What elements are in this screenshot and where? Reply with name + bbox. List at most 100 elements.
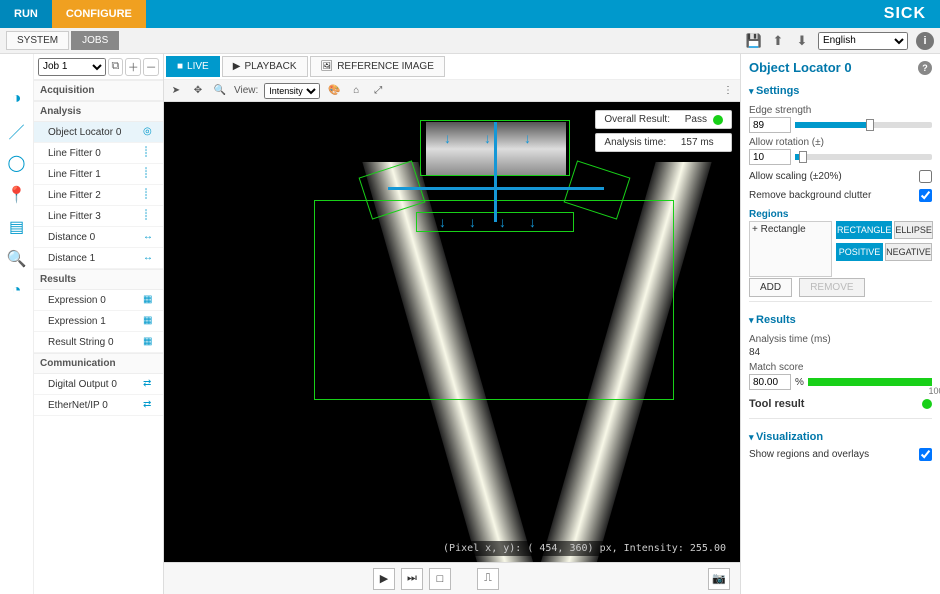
play-button[interactable]: ▶ (373, 568, 395, 590)
download-icon[interactable]: ⬇ (792, 31, 812, 51)
tool-title: Object Locator 0 (749, 60, 852, 75)
job-select[interactable]: Job 1 (38, 58, 106, 76)
secondbar: SYSTEM JOBS 💾 ⬆ ⬇ English i (0, 28, 940, 54)
match-score-input[interactable] (749, 374, 791, 390)
arrow-icon: ↓ (484, 130, 491, 146)
save-icon[interactable]: 💾 (744, 31, 764, 51)
tool-pin-icon[interactable]: 📍 (4, 182, 30, 208)
line-icon: ┊ (143, 189, 155, 201)
step-button[interactable]: ⏭ (401, 568, 423, 590)
image-icon: 🖼 (321, 61, 334, 72)
pointer-icon[interactable]: ➤ (168, 83, 184, 99)
remove-bg-label: Remove background clutter (749, 190, 871, 201)
remove-region-button[interactable]: REMOVE (799, 278, 864, 297)
section-results[interactable]: Results (749, 310, 932, 330)
tab-playback[interactable]: ▶PLAYBACK (222, 56, 308, 77)
snapshot-button[interactable]: 📷 (708, 568, 730, 590)
io-icon: ⇄ (143, 378, 155, 390)
remove-bg-checkbox[interactable] (919, 189, 932, 202)
topbar: RUN CONFIGURE SICK (0, 0, 940, 28)
tool-pie-icon[interactable]: ◔ (4, 278, 30, 304)
run-button[interactable]: RUN (0, 0, 52, 28)
playback-bar: ▶ ⏭ □ ⎍ 📷 (164, 562, 740, 594)
tree-item-distance-1[interactable]: Distance 1↔ (34, 248, 163, 269)
configure-button[interactable]: CONFIGURE (52, 0, 146, 28)
tab-reference[interactable]: 🖼REFERENCE IMAGE (310, 56, 445, 77)
show-regions-checkbox[interactable] (919, 448, 932, 461)
tree-item-line-1[interactable]: Line Fitter 1┊ (34, 164, 163, 185)
shape-negative-button[interactable]: NEGATIVE (885, 243, 932, 261)
menu-icon[interactable]: ⋮ (720, 83, 736, 99)
tree-item-expr-0[interactable]: Expression 0▦ (34, 290, 163, 311)
language-select[interactable]: English (818, 32, 908, 50)
tree-section-acquisition[interactable]: Acquisition (34, 80, 163, 101)
section-settings[interactable]: Settings (749, 81, 932, 101)
trigger-button[interactable]: ⎍ (477, 568, 499, 590)
tab-system[interactable]: SYSTEM (6, 31, 69, 50)
line-icon: ┊ (143, 210, 155, 222)
fit-line-v (494, 122, 497, 222)
add-region-button[interactable]: ADD (749, 278, 792, 297)
job-add-icon[interactable]: ＋ (125, 58, 141, 76)
expand-icon[interactable]: ⤢ (370, 83, 386, 99)
net-icon: ⇄ (143, 399, 155, 411)
tool-search-icon[interactable]: 🔍 (4, 246, 30, 272)
expr-icon: ▦ (143, 294, 155, 306)
view-mode-select[interactable]: Intensity (264, 83, 320, 99)
rotation-input[interactable] (749, 149, 791, 165)
tree-item-line-3[interactable]: Line Fitter 3┊ (34, 206, 163, 227)
tool-result-indicator-icon (922, 399, 932, 409)
tree-section-results: Results (34, 269, 163, 290)
tree-item-expr-1[interactable]: Expression 1▦ (34, 311, 163, 332)
arrow-icon: ↓ (524, 130, 531, 146)
distance-icon: ↔ (143, 252, 155, 264)
playback-icon: ▶ (233, 61, 241, 72)
home-icon[interactable]: ⌂ (348, 83, 364, 99)
viewer-toolbar: ➤ ✥ 🔍 View: Intensity 🎨 ⌂ ⤢ ⋮ (164, 80, 740, 102)
tree-item-ethernetip[interactable]: EtherNet/IP 0⇄ (34, 395, 163, 416)
shape-rectangle-button[interactable]: RECTANGLE (836, 221, 892, 239)
show-regions-label: Show regions and overlays (749, 449, 869, 460)
edge-strength-input[interactable] (749, 117, 791, 133)
tree-item-line-2[interactable]: Line Fitter 2┊ (34, 185, 163, 206)
tree-item-object-locator[interactable]: Object Locator 0◎ (34, 122, 163, 143)
tool-blob-icon[interactable]: ◑ (4, 86, 30, 112)
shape-ellipse-button[interactable]: ELLIPSE (894, 221, 933, 239)
tree-item-line-0[interactable]: Line Fitter 0┊ (34, 143, 163, 164)
info-icon[interactable]: i (916, 32, 934, 50)
image-viewer[interactable]: ↓ ↓ ↓ ↓ ↓ ↓ ↓ Overall Result: Pass Analy… (164, 102, 740, 562)
arrow-icon: ↓ (444, 130, 451, 146)
tool-edge-icon[interactable]: ／ (4, 118, 30, 144)
shape-positive-button[interactable]: POSITIVE (836, 243, 883, 261)
regions-label: Regions (749, 209, 932, 220)
move-icon[interactable]: ✥ (190, 83, 206, 99)
zoom-icon[interactable]: 🔍 (212, 83, 228, 99)
tool-list-icon[interactable]: ▤ (4, 214, 30, 240)
section-visualization[interactable]: Visualization (749, 427, 932, 447)
rendered-image: ↓ ↓ ↓ ↓ ↓ ↓ ↓ (164, 102, 740, 562)
rotation-slider[interactable] (795, 154, 932, 160)
locator-icon: ◎ (143, 126, 155, 138)
tree-item-digital-out[interactable]: Digital Output 0⇄ (34, 374, 163, 395)
job-copy-icon[interactable]: ⧉ (108, 58, 124, 76)
center-column: ■LIVE ▶PLAYBACK 🖼REFERENCE IMAGE ➤ ✥ 🔍 V… (164, 54, 740, 594)
arrow-icon: ↓ (439, 214, 446, 230)
arrow-icon: ↓ (469, 214, 476, 230)
tree-section-comm: Communication (34, 353, 163, 374)
job-tree: Job 1 ⧉ ＋ － Acquisition Analysis Object … (34, 54, 164, 594)
tree-item-distance-0[interactable]: Distance 0↔ (34, 227, 163, 248)
help-icon[interactable]: ? (918, 61, 932, 75)
tab-live[interactable]: ■LIVE (166, 56, 220, 77)
arrow-icon: ↓ (499, 214, 506, 230)
tab-jobs[interactable]: JOBS (71, 31, 119, 50)
edge-strength-slider[interactable] (795, 122, 932, 128)
allow-scaling-checkbox[interactable] (919, 170, 932, 183)
palette-icon[interactable]: 🎨 (326, 83, 342, 99)
stop-button[interactable]: □ (429, 568, 451, 590)
tool-shape-icon[interactable]: ◯ (4, 150, 30, 176)
regions-list[interactable]: + Rectangle (749, 221, 832, 277)
tree-item-resultstr[interactable]: Result String 0▦ (34, 332, 163, 353)
view-label: View: (234, 85, 258, 96)
job-remove-icon[interactable]: － (143, 58, 159, 76)
upload-icon[interactable]: ⬆ (768, 31, 788, 51)
